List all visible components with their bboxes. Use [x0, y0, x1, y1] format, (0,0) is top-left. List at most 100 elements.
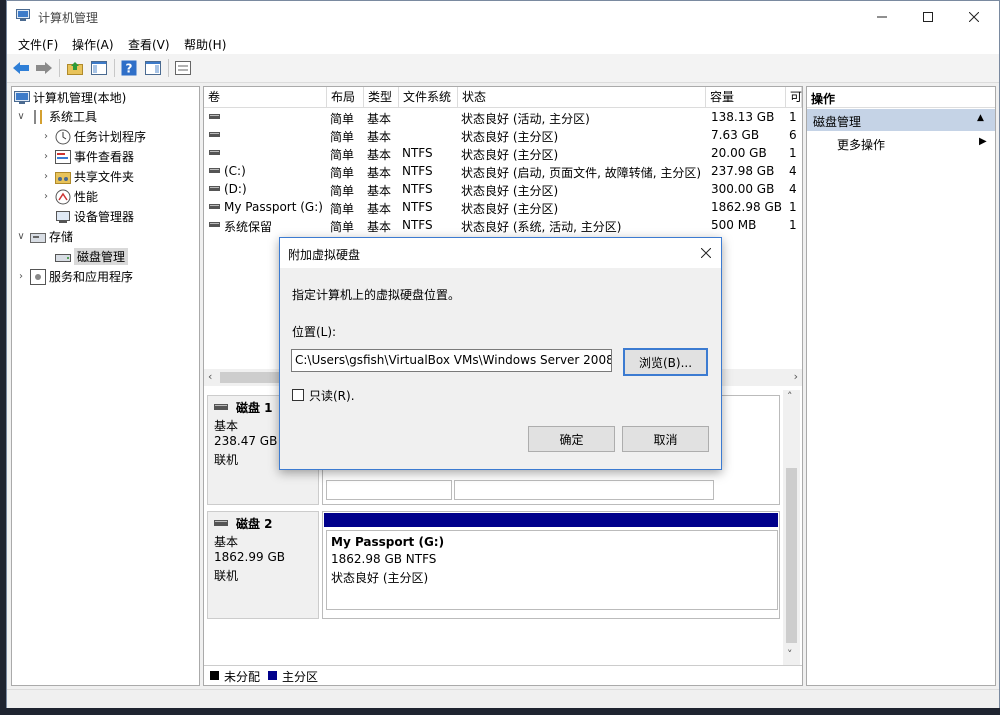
chevron-right-icon[interactable]: › [41, 171, 51, 182]
chevron-down-icon[interactable]: ∨ [16, 231, 26, 242]
help-button[interactable]: ? [120, 59, 138, 77]
table-row[interactable]: 简单 基本 状态良好 (活动, 主分区) 138.13 GB 1 [204, 108, 802, 126]
dialog-title: 附加虚拟硬盘 [288, 248, 361, 262]
window-title: 计算机管理 [38, 11, 99, 25]
col-header-layout[interactable]: 布局 [327, 87, 364, 108]
disk-legend: 未分配 主分区 [204, 665, 802, 685]
action-pane-icon [145, 61, 161, 75]
unallocated-swatch [210, 671, 219, 680]
dialog-instruction: 指定计算机上的虚拟硬盘位置。 [292, 288, 461, 302]
tree-shared-folders[interactable]: › 共享文件夹 [41, 167, 134, 186]
tree-system-tools[interactable]: ∨ 系统工具 [16, 107, 97, 126]
partition-g[interactable]: My Passport (G:) 1862.98 GB NTFS 状态良好 (主… [326, 530, 778, 610]
actions-more[interactable]: 更多操作 ▶ [807, 134, 995, 154]
chevron-right-icon[interactable]: › [16, 271, 26, 282]
vscroll-thumb[interactable] [786, 468, 797, 643]
location-label: 位置(L): [292, 325, 337, 339]
device-manager-icon [55, 209, 71, 225]
volume-icon [209, 222, 220, 227]
properties-icon [175, 61, 191, 75]
close-icon [969, 11, 979, 22]
cancel-button[interactable]: 取消 [622, 426, 709, 452]
dialog-title-bar: 附加虚拟硬盘 [280, 238, 721, 268]
properties-button[interactable] [174, 59, 192, 77]
close-button[interactable] [951, 1, 997, 32]
col-header-status[interactable]: 状态 [458, 87, 706, 108]
maximize-icon [923, 11, 933, 22]
scroll-down-icon[interactable]: ˅ [787, 648, 793, 661]
chevron-right-icon[interactable]: › [41, 151, 51, 162]
col-header-filesystem[interactable]: 文件系统 [399, 87, 458, 108]
tree-storage[interactable]: ∨ 存储 [16, 227, 73, 246]
table-row[interactable]: My Passport (G:) 简单 基本 NTFS 状态良好 (主分区) 1… [204, 198, 802, 216]
forward-button[interactable] [35, 59, 53, 77]
ok-button[interactable]: 确定 [528, 426, 615, 452]
chevron-right-icon[interactable]: › [41, 131, 51, 142]
tree-performance[interactable]: › 性能 [41, 187, 98, 206]
col-header-volume[interactable]: 卷 [204, 87, 327, 108]
tools-icon [30, 109, 46, 125]
menu-bar: 文件(F) 操作(A) 查看(V) 帮助(H) [7, 32, 999, 54]
col-header-capacity[interactable]: 容量 [706, 87, 786, 108]
volume-icon [209, 204, 220, 209]
actions-header: 操作 [807, 87, 995, 108]
tree-disk-management[interactable]: 磁盘管理 [55, 247, 129, 266]
tree-task-scheduler[interactable]: › 任务计划程序 [41, 127, 146, 146]
submenu-arrow-icon: ▶ [979, 136, 987, 147]
volume-icon [209, 114, 220, 119]
location-input[interactable]: C:\Users\gsfish\VirtualBox VMs\Windows S… [291, 349, 612, 372]
disk-icon [214, 404, 228, 410]
table-row[interactable]: (C:) 简单 基本 NTFS 状态良好 (启动, 页面文件, 故障转储, 主分… [204, 162, 802, 180]
chevron-right-icon[interactable]: › [41, 191, 51, 202]
scroll-left-icon[interactable]: ‹ [208, 370, 212, 383]
minimize-icon [877, 16, 887, 17]
table-row[interactable]: 简单 基本 状态良好 (主分区) 7.63 GB 6 [204, 126, 802, 144]
col-header-type[interactable]: 类型 [364, 87, 399, 108]
table-row[interactable]: (D:) 简单 基本 NTFS 状态良好 (主分区) 300.00 GB 4 [204, 180, 802, 198]
disk-management-icon [55, 249, 71, 265]
up-folder-button[interactable] [66, 59, 84, 77]
menu-file[interactable]: 文件(F) [18, 36, 58, 53]
tree-services-apps[interactable]: › 服务和应用程序 [16, 267, 133, 286]
collapse-up-icon[interactable]: ▲ [977, 113, 984, 123]
dialog-close-button[interactable] [691, 238, 721, 268]
actions-pane: 操作 磁盘管理 ▲ 更多操作 ▶ [806, 86, 996, 686]
folder-up-icon [67, 62, 83, 75]
disk-graph-vscrollbar[interactable]: ˄ ˅ [783, 390, 800, 665]
disk2-label[interactable]: 磁盘 2 基本 1862.99 GB 联机 [207, 511, 319, 619]
disk1-partition-2[interactable] [454, 480, 714, 500]
show-action-pane-button[interactable] [144, 59, 162, 77]
minimize-button[interactable] [859, 1, 905, 32]
event-viewer-icon [55, 149, 71, 165]
menu-view[interactable]: 查看(V) [128, 36, 170, 53]
show-hide-tree-button[interactable] [90, 59, 108, 77]
table-row[interactable]: 系统保留 简单 基本 NTFS 状态良好 (系统, 活动, 主分区) 500 M… [204, 216, 802, 234]
table-row[interactable]: 简单 基本 NTFS 状态良好 (主分区) 20.00 GB 1 [204, 144, 802, 162]
scroll-up-icon[interactable]: ˄ [787, 390, 793, 403]
svg-text:?: ? [126, 62, 133, 76]
tree-root[interactable]: 计算机管理(本地) [14, 88, 126, 107]
storage-icon [30, 229, 46, 245]
forward-arrow-icon [36, 62, 52, 74]
computer-management-icon [16, 9, 30, 21]
back-arrow-icon [13, 62, 29, 74]
help-icon: ? [121, 60, 137, 76]
readonly-checkbox[interactable] [292, 389, 304, 401]
maximize-button[interactable] [905, 1, 951, 32]
services-icon [30, 268, 46, 285]
primary-swatch [268, 671, 277, 680]
disk1-partition-1[interactable] [326, 480, 452, 500]
tree-event-viewer[interactable]: › 事件查看器 [41, 147, 134, 166]
menu-help[interactable]: 帮助(H) [184, 36, 226, 53]
scroll-right-icon[interactable]: › [794, 370, 798, 383]
disk-icon [214, 520, 228, 526]
browse-button[interactable]: 浏览(B)... [623, 348, 708, 376]
chevron-down-icon[interactable]: ∨ [16, 111, 26, 122]
tree-device-manager[interactable]: 设备管理器 [55, 207, 134, 226]
back-button[interactable] [12, 59, 30, 77]
console-tree-icon [91, 61, 107, 75]
menu-action[interactable]: 操作(A) [72, 36, 114, 53]
actions-section-disk-management[interactable]: 磁盘管理 ▲ [807, 109, 995, 131]
primary-partition-bar [324, 513, 778, 527]
col-header-free[interactable]: 可 [786, 87, 802, 108]
